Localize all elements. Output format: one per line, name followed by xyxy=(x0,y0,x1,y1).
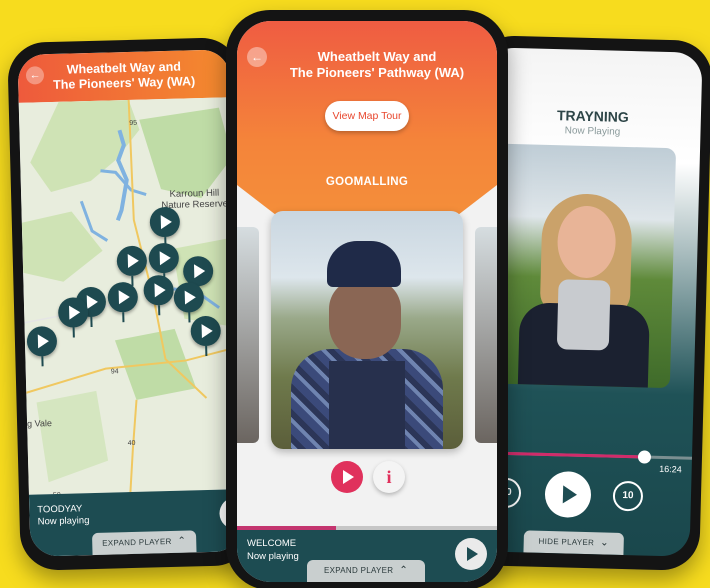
view-map-tour-button[interactable]: View Map Tour xyxy=(325,101,409,131)
center-header-title: Wheatbelt Way and The Pioneers' Pathway … xyxy=(289,49,465,80)
expand-player-button[interactable]: EXPAND PLAYER ⌃ xyxy=(307,560,425,582)
info-button[interactable]: i xyxy=(373,461,405,493)
next-card[interactable] xyxy=(475,227,497,443)
narrator-photo xyxy=(487,143,677,389)
hide-player-button[interactable]: HIDE PLAYER ⌄ xyxy=(523,530,624,556)
hide-player-label: HIDE PLAYER xyxy=(538,536,595,548)
play-story-button[interactable] xyxy=(331,461,363,493)
player-track-title: WELCOME xyxy=(247,538,297,549)
chevron-down-icon: ⌄ xyxy=(600,537,610,549)
expand-player-label: EXPAND PLAYER xyxy=(102,536,172,548)
road-marker-94: 94 xyxy=(110,368,119,376)
left-header-title: Wheatbelt Way and The Pioneers' Way (WA) xyxy=(52,59,196,92)
play-button[interactable] xyxy=(544,470,592,519)
left-screen: ← Wheatbelt Way and The Pioneers' Way (W… xyxy=(17,49,243,557)
narrator-photo xyxy=(271,211,463,449)
expand-player-label: EXPAND PLAYER xyxy=(323,566,394,575)
previous-card[interactable] xyxy=(237,227,259,443)
left-mini-player[interactable]: TOODYAY Now playing EXPAND PLAYER ⌃ xyxy=(28,489,243,557)
back-arrow-icon[interactable]: ← xyxy=(247,47,267,67)
left-header: ← Wheatbelt Way and The Pioneers' Way (W… xyxy=(17,49,231,103)
map-label-town: g Vale xyxy=(26,418,53,429)
center-phone: ← Wheatbelt Way and The Pioneers' Pathwa… xyxy=(226,10,508,588)
center-screen: ← Wheatbelt Way and The Pioneers' Pathwa… xyxy=(237,21,497,582)
forward-10-icon: 10 xyxy=(622,489,634,502)
player-track-title: TOODYAY xyxy=(37,503,83,516)
play-button[interactable] xyxy=(455,538,487,570)
progress-handle[interactable] xyxy=(638,450,652,464)
playback-progress-bar[interactable] xyxy=(476,450,693,464)
left-phone: ← Wheatbelt Way and The Pioneers' Way (W… xyxy=(7,37,253,571)
expand-player-button[interactable]: EXPAND PLAYER ⌃ xyxy=(91,530,197,556)
chevron-up-icon: ⌃ xyxy=(399,565,409,576)
road-marker-40: 40 xyxy=(127,439,136,448)
center-mini-player[interactable]: WELCOME Now playing EXPAND PLAYER ⌃ xyxy=(237,530,497,582)
player-status: Now playing xyxy=(37,515,90,528)
map-view[interactable]: Karroun Hill Nature Reserve 95 94 40 50 … xyxy=(18,97,241,495)
chevron-up-icon: ⌃ xyxy=(177,535,187,547)
forward-10-button[interactable]: 10 xyxy=(612,480,644,512)
player-status: Now playing xyxy=(247,551,299,562)
road-marker-95: 95 xyxy=(129,119,138,127)
track-duration: 16:24 xyxy=(659,463,682,475)
place-name: GOOMALLING xyxy=(325,176,409,188)
